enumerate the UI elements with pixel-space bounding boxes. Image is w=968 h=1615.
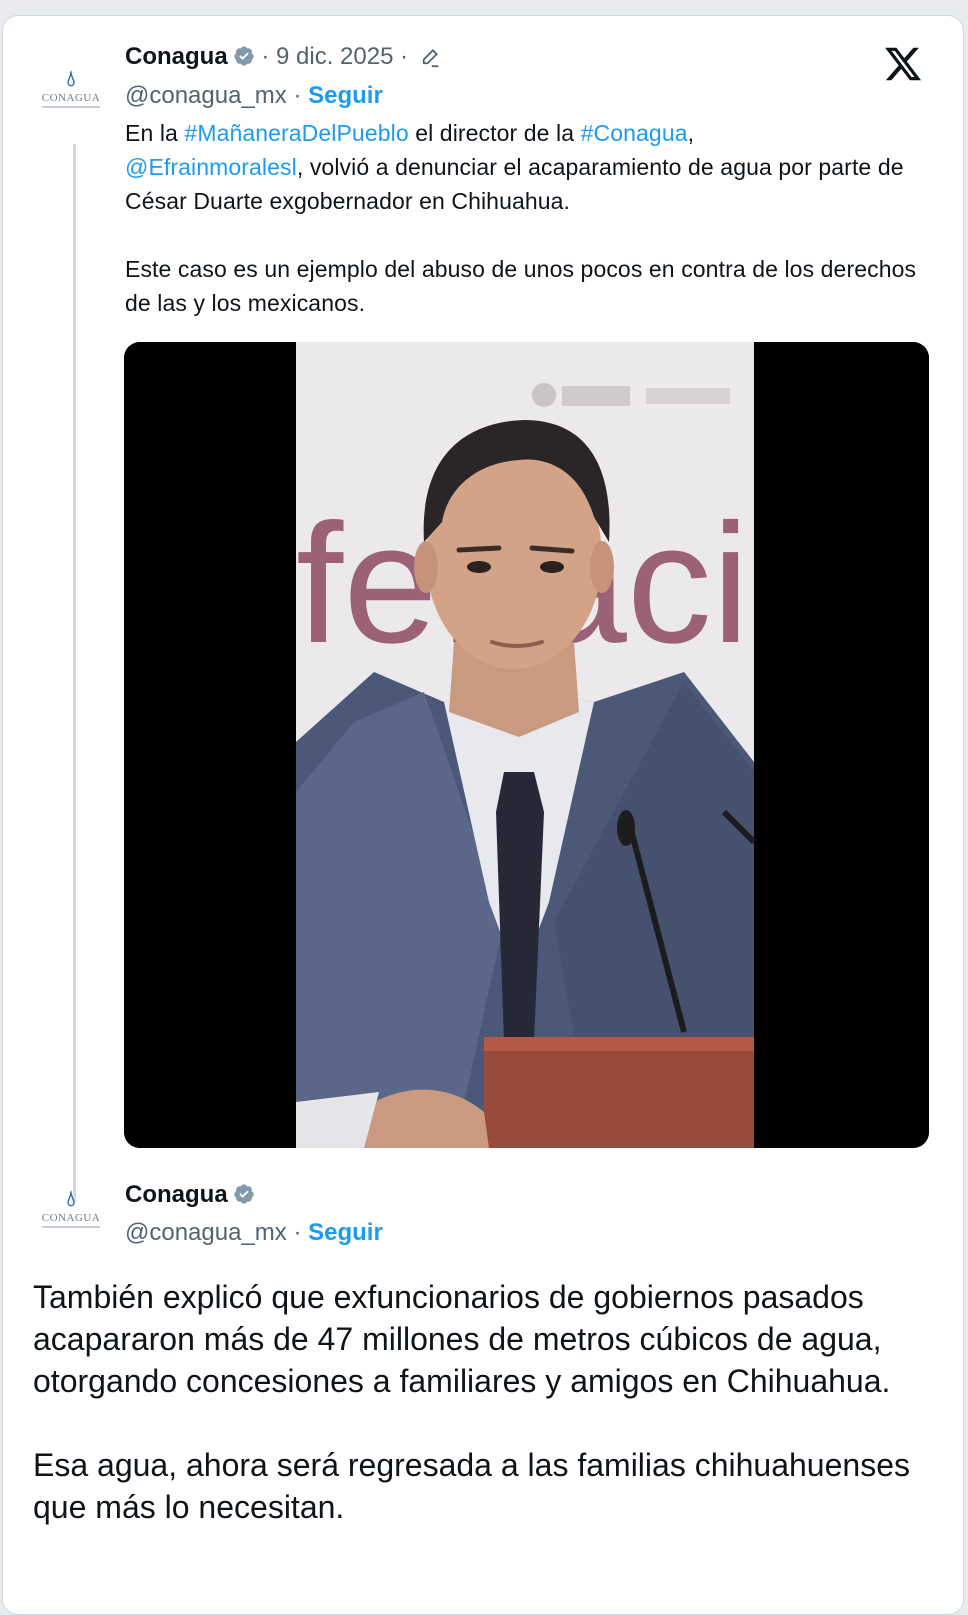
mention-link[interactable]: @Efrainmoralesl xyxy=(125,154,297,180)
author-name[interactable]: Conagua xyxy=(125,43,228,70)
video-player[interactable]: fe..aci xyxy=(124,342,929,1148)
text-segment: el director de la xyxy=(408,120,581,146)
author-name[interactable]: Conagua xyxy=(125,1181,228,1208)
reply-header: Conagua xyxy=(125,1180,255,1210)
avatar-org-label: CONAGUA xyxy=(41,92,101,104)
reply-paragraph-1: También explicó que exfuncionarios de go… xyxy=(33,1279,891,1399)
tweet-header: Conagua · 9 dic. 2025 · xyxy=(125,42,441,72)
avatar[interactable]: 💧︎ CONAGUA xyxy=(33,1172,109,1244)
tweet-date[interactable]: 9 dic. 2025 xyxy=(276,43,393,70)
hashtag-link[interactable]: #Conagua xyxy=(581,120,688,146)
water-drop-icon: 💧︎ xyxy=(66,1186,76,1211)
x-logo-icon[interactable] xyxy=(883,44,923,84)
reply-paragraph-2: Esa agua, ahora será regresada a las fam… xyxy=(33,1447,910,1525)
pencil-icon[interactable] xyxy=(419,46,441,68)
tweet-paragraph-1: En la #MañaneraDelPueblo el director de … xyxy=(125,116,925,218)
follow-button[interactable]: Seguir xyxy=(308,82,383,109)
avatar-org-label: CONAGUA xyxy=(41,1212,101,1224)
thread-connector-line xyxy=(73,144,76,1202)
video-frame: fe..aci xyxy=(124,342,929,1148)
follow-button[interactable]: Seguir xyxy=(308,1219,383,1246)
avatar[interactable]: 💧︎ CONAGUA xyxy=(33,52,109,124)
avatar-divider xyxy=(42,1226,100,1228)
verified-badge-icon xyxy=(234,46,254,66)
author-handle[interactable]: @conagua_mx xyxy=(125,1219,287,1246)
author-handle[interactable]: @conagua_mx xyxy=(125,82,287,109)
embedded-tweet-card[interactable]: 💧︎ CONAGUA Conagua · 9 dic. 2025 · @cona… xyxy=(2,15,964,1615)
water-drop-icon: 💧︎ xyxy=(66,66,76,91)
text-segment: , xyxy=(687,120,695,146)
tweet-paragraph-2: Este caso es un ejemplo del abuso de uno… xyxy=(125,256,917,316)
avatar-divider xyxy=(42,106,100,108)
hashtag-link[interactable]: #MañaneraDelPueblo xyxy=(184,120,408,146)
reply-text: También explicó que exfuncionarios de go… xyxy=(33,1276,943,1528)
reply-handle-line: @conagua_mx · Seguir xyxy=(125,1219,383,1246)
text-segment: En la xyxy=(125,120,185,146)
verified-badge-icon xyxy=(234,1184,254,1204)
tweet-handle-line: @conagua_mx · Seguir xyxy=(125,82,383,109)
tweet-text: En la #MañaneraDelPueblo el director de … xyxy=(125,116,925,320)
